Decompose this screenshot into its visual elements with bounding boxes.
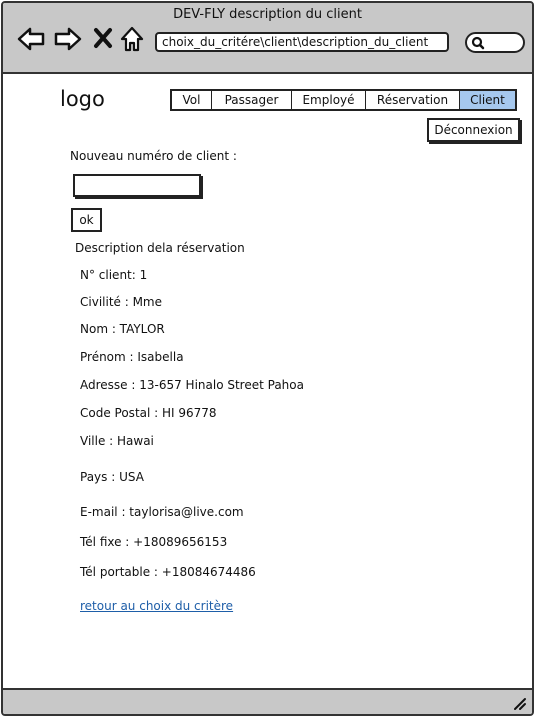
logo: logo	[60, 87, 105, 111]
last-name-text: Nom : TAYLOR	[80, 322, 165, 336]
tab-client[interactable]: Client	[460, 91, 515, 109]
new-client-label: Nouveau numéro de client :	[70, 149, 237, 163]
search-icon	[471, 36, 485, 50]
address-text: Adresse : 13-657 Hinalo Street Pahoa	[80, 378, 304, 392]
search-field[interactable]	[465, 32, 525, 53]
phone-mobile-text: Tél portable : +18084674486	[80, 565, 256, 579]
client-number-text: N° client: 1	[80, 268, 148, 282]
first-name-text: Prénom : Isabella	[80, 350, 184, 364]
tab-employe[interactable]: Employé	[292, 91, 366, 109]
nav-tabs: Vol Passager Employé Réservation Client	[170, 89, 517, 111]
tab-vol[interactable]: Vol	[172, 91, 212, 109]
country-text: Pays : USA	[80, 470, 144, 484]
back-to-criteria-link[interactable]: retour au choix du critère	[80, 599, 233, 613]
email-text: E-mail : taylorisa@live.com	[80, 505, 244, 519]
browser-window: DEV-FLY description du client choix_du_c…	[1, 1, 534, 716]
tab-passager[interactable]: Passager	[212, 91, 292, 109]
home-icon[interactable]	[119, 25, 145, 53]
tab-reservation[interactable]: Réservation	[366, 91, 460, 109]
status-bar	[3, 688, 532, 714]
ok-button[interactable]: ok	[71, 208, 102, 232]
postal-code-text: Code Postal : HI 96778	[80, 406, 217, 420]
forward-arrow-icon[interactable]	[53, 25, 83, 53]
stop-x-icon[interactable]	[93, 27, 113, 49]
logout-button[interactable]: Déconnexion	[427, 118, 520, 142]
civility-text: Civilité : Mme	[80, 295, 163, 309]
phone-home-text: Tél fixe : +18089656153	[80, 535, 228, 549]
window-title: DEV-FLY description du client	[173, 7, 362, 22]
client-number-input[interactable]	[73, 174, 201, 197]
city-text: Ville : Hawai	[80, 434, 154, 448]
resize-grip-icon[interactable]	[511, 695, 527, 711]
description-heading: Description dela réservation	[75, 241, 245, 255]
title-bar: DEV-FLY description du client choix_du_c…	[3, 3, 532, 74]
back-arrow-icon[interactable]	[16, 25, 46, 53]
address-bar[interactable]: choix_du_critére\client\description_du_c…	[155, 32, 449, 52]
